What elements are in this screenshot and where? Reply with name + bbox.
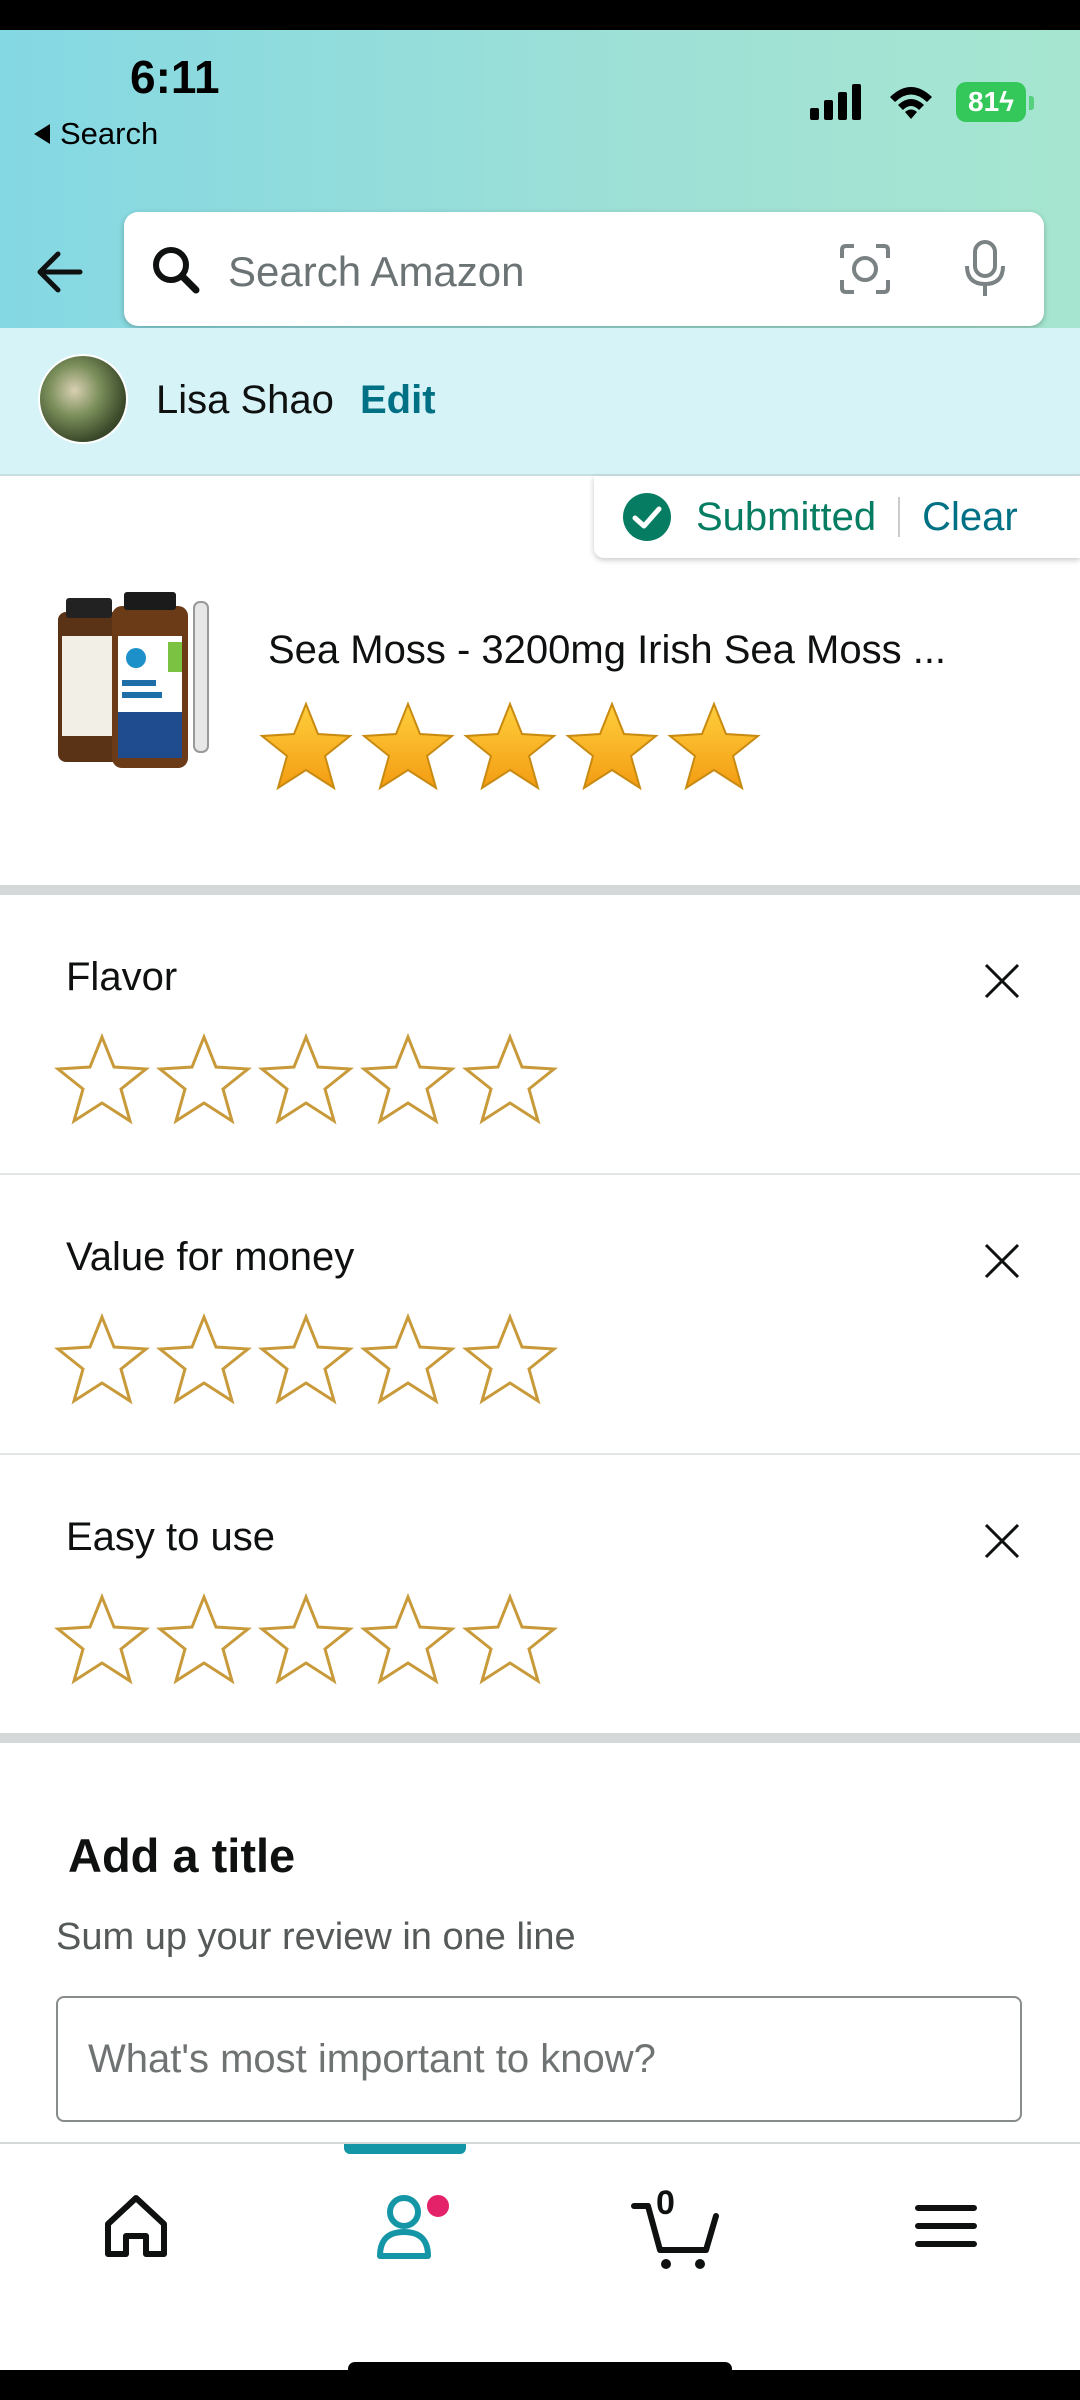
edit-profile-link[interactable]: Edit bbox=[360, 378, 436, 423]
attribute-easy-to-use: Easy to use bbox=[0, 1455, 1080, 1733]
menu-icon[interactable] bbox=[896, 2176, 996, 2276]
star-outline-icon[interactable] bbox=[462, 1591, 558, 1687]
home-icon[interactable] bbox=[86, 2176, 186, 2276]
profile-bar: Lisa Shao Edit bbox=[0, 328, 1080, 476]
back-triangle-icon bbox=[34, 124, 50, 144]
star-outline-icon[interactable] bbox=[462, 1031, 558, 1127]
back-to-app-link[interactable]: Search bbox=[34, 116, 158, 152]
status-time: 6:11 bbox=[130, 51, 220, 103]
star-filled-icon[interactable] bbox=[258, 698, 354, 794]
back-arrow-icon[interactable] bbox=[30, 240, 94, 304]
star-outline-icon[interactable] bbox=[54, 1031, 150, 1127]
add-title-subheading: Sum up your review in one line bbox=[56, 1916, 576, 1958]
submitted-label: Submitted bbox=[696, 494, 877, 539]
attribute-stars[interactable] bbox=[54, 1591, 558, 1687]
star-outline-icon[interactable] bbox=[156, 1591, 252, 1687]
section-divider bbox=[0, 1733, 1080, 1743]
charging-bolt-icon: ϟ bbox=[999, 86, 1014, 117]
header: 6:11 Search 81ϟ Search Amazon bbox=[0, 30, 1080, 328]
star-outline-icon[interactable] bbox=[360, 1031, 456, 1127]
submission-status: Submitted Clear bbox=[594, 476, 1080, 558]
close-icon[interactable] bbox=[982, 961, 1022, 1001]
divider bbox=[898, 497, 901, 537]
attribute-stars[interactable] bbox=[54, 1031, 558, 1127]
add-title-heading: Add a title bbox=[68, 1829, 296, 1882]
attribute-stars[interactable] bbox=[54, 1311, 558, 1407]
home-indicator bbox=[348, 2362, 732, 2370]
star-filled-icon[interactable] bbox=[564, 698, 660, 794]
battery-indicator: 81ϟ bbox=[956, 82, 1034, 122]
profile-name: Lisa Shao bbox=[156, 378, 334, 422]
back-to-app-label: Search bbox=[60, 116, 159, 151]
star-outline-icon[interactable] bbox=[258, 1591, 354, 1687]
notification-dot bbox=[424, 2192, 452, 2220]
review-title-input[interactable]: What's most important to know? bbox=[56, 1996, 1022, 2122]
battery-level: 81 bbox=[968, 86, 1000, 117]
product-title[interactable]: Sea Moss - 3200mg Irish Sea Moss ... bbox=[268, 628, 946, 673]
check-circle-icon bbox=[623, 493, 671, 541]
star-filled-icon[interactable] bbox=[462, 698, 558, 794]
star-outline-icon[interactable] bbox=[54, 1311, 150, 1407]
star-outline-icon[interactable] bbox=[462, 1311, 558, 1407]
active-tab-indicator bbox=[344, 2144, 466, 2154]
attribute-label: Easy to use bbox=[66, 1515, 276, 1559]
search-input[interactable]: Search Amazon bbox=[228, 248, 525, 296]
attribute-label: Flavor bbox=[66, 955, 178, 999]
close-icon[interactable] bbox=[982, 1521, 1022, 1561]
product-image bbox=[58, 592, 209, 768]
star-outline-icon[interactable] bbox=[360, 1591, 456, 1687]
star-outline-icon[interactable] bbox=[156, 1311, 252, 1407]
attribute-label: Value for money bbox=[66, 1235, 355, 1279]
star-outline-icon[interactable] bbox=[360, 1311, 456, 1407]
attribute-value-for-money: Value for money bbox=[0, 1175, 1080, 1453]
overall-rating[interactable] bbox=[258, 698, 762, 794]
status-icons: 81ϟ bbox=[810, 82, 1034, 122]
section-divider bbox=[0, 885, 1080, 895]
search-bar[interactable]: Search Amazon bbox=[124, 212, 1044, 326]
star-filled-icon[interactable] bbox=[666, 698, 762, 794]
star-outline-icon[interactable] bbox=[258, 1311, 354, 1407]
cart-icon[interactable] bbox=[626, 2176, 726, 2276]
star-outline-icon[interactable] bbox=[258, 1031, 354, 1127]
avatar bbox=[38, 354, 128, 444]
search-icon bbox=[153, 247, 200, 294]
cart-count: 0 bbox=[656, 2184, 675, 2222]
wifi-icon bbox=[890, 87, 933, 119]
bottom-nav: 0 bbox=[0, 2142, 1080, 2370]
account-icon[interactable] bbox=[354, 2176, 454, 2276]
clear-button[interactable]: Clear bbox=[922, 495, 1018, 540]
close-icon[interactable] bbox=[982, 1241, 1022, 1281]
signal-icon bbox=[810, 84, 862, 120]
attribute-flavor: Flavor bbox=[0, 895, 1080, 1173]
star-outline-icon[interactable] bbox=[156, 1031, 252, 1127]
star-outline-icon[interactable] bbox=[54, 1591, 150, 1687]
camera-search-icon[interactable] bbox=[836, 240, 894, 298]
app-screen: 6:11 Search 81ϟ Search Amazon Lisa Shao … bbox=[0, 30, 1080, 2370]
microphone-icon[interactable] bbox=[960, 238, 1010, 300]
star-filled-icon[interactable] bbox=[360, 698, 456, 794]
